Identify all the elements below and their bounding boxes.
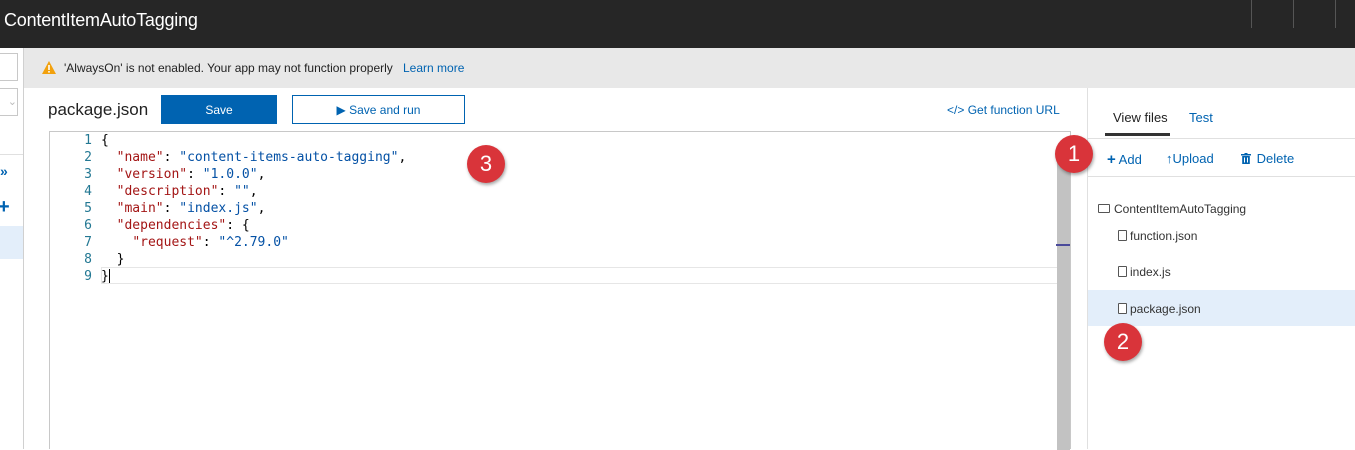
chevron-down-icon: ⌄ — [7, 96, 17, 108]
tab-view-files[interactable]: View files — [1113, 110, 1168, 125]
code-icon: </> — [947, 103, 965, 117]
left-rail: ⌄ » + — [0, 48, 24, 449]
upload-file-button[interactable]: ↑Upload — [1166, 151, 1214, 166]
line-number: 8 — [84, 252, 92, 267]
title-bar: ContentItemAutoTagging — [0, 0, 1355, 48]
upload-label: Upload — [1172, 151, 1214, 166]
file-label: function.json — [1130, 229, 1198, 243]
code-line: "main": "index.js", — [116, 201, 266, 216]
tab-divider — [1088, 138, 1355, 139]
rail-divider — [0, 154, 23, 155]
save-and-run-button[interactable]: ▶ Save and run — [292, 95, 465, 124]
learn-more-link[interactable]: Learn more — [403, 61, 464, 75]
file-item-selected[interactable]: package.json — [1118, 302, 1201, 316]
get-function-url-label: Get function URL — [967, 103, 1060, 117]
line-number: 7 — [84, 235, 92, 250]
plus-icon: + — [1107, 151, 1116, 168]
expand-icon[interactable]: » — [0, 163, 8, 179]
line-number: 3 — [84, 167, 92, 182]
search-input[interactable] — [0, 53, 18, 81]
file-label: index.js — [1130, 265, 1171, 279]
trash-icon — [1241, 153, 1251, 164]
active-tab-indicator — [1105, 133, 1170, 136]
callout-badge: 3 — [467, 145, 505, 183]
current-line-highlight — [101, 267, 1069, 284]
line-number: 5 — [84, 201, 92, 216]
app-title: ContentItemAutoTagging — [4, 10, 198, 30]
callout-badge: 1 — [1055, 135, 1093, 173]
delete-label: Delete — [1256, 151, 1295, 166]
file-label: package.json — [1130, 302, 1201, 316]
file-icon — [1118, 303, 1127, 314]
line-number: 1 — [84, 133, 92, 148]
editor-scrollbar[interactable] — [1057, 159, 1070, 450]
file-icon — [1118, 230, 1127, 241]
delete-file-button[interactable]: Delete — [1241, 151, 1294, 166]
line-number: 4 — [84, 184, 92, 199]
line-number: 9 — [84, 269, 92, 284]
file-item[interactable]: function.json — [1118, 229, 1197, 243]
code-line: "name": "content-items-auto-tagging", — [116, 150, 407, 165]
subscription-dropdown[interactable]: ⌄ — [0, 88, 18, 116]
add-icon[interactable]: + — [0, 196, 10, 219]
code-line: "version": "1.0.0", — [116, 167, 266, 182]
warning-banner: 'AlwaysOn' is not enabled. Your app may … — [24, 48, 1355, 88]
code-line: "dependencies": { — [116, 218, 250, 233]
callout-badge: 2 — [1104, 323, 1142, 361]
scrollbar-marker — [1056, 244, 1070, 246]
file-item[interactable]: index.js — [1118, 265, 1171, 279]
text-caret — [109, 269, 110, 283]
actions-divider — [1088, 176, 1355, 177]
code-line: } — [101, 269, 109, 284]
save-button[interactable]: Save — [161, 95, 277, 124]
folder-label: ContentItemAutoTagging — [1114, 202, 1247, 216]
add-label: Add — [1118, 152, 1142, 167]
editor-filename: package.json — [48, 100, 149, 119]
selected-rail-item[interactable] — [0, 226, 23, 259]
code-line: { — [101, 133, 109, 148]
warning-message: 'AlwaysOn' is not enabled. Your app may … — [64, 61, 393, 75]
folder-open-icon — [1098, 204, 1110, 213]
line-number: 2 — [84, 150, 92, 165]
line-number: 6 — [84, 218, 92, 233]
title-divider — [1293, 0, 1294, 28]
code-editor[interactable]: 1 2 3 4 5 6 7 8 9 { "name": "content-ite… — [49, 131, 1071, 450]
folder-item[interactable]: ContentItemAutoTagging — [1098, 202, 1246, 216]
files-panel: View files Test + Add ↑Upload Delete Con… — [1087, 88, 1355, 449]
title-divider — [1335, 0, 1336, 28]
save-and-run-label: Save and run — [349, 102, 421, 117]
code-line: } — [116, 252, 125, 267]
title-divider — [1251, 0, 1252, 28]
code-line: "request": "^2.79.0" — [132, 235, 289, 250]
file-icon — [1118, 266, 1127, 277]
add-file-button[interactable]: + Add — [1107, 151, 1142, 168]
play-icon: ▶ — [336, 102, 346, 117]
tab-test[interactable]: Test — [1189, 110, 1213, 125]
warning-triangle-icon — [42, 61, 56, 74]
get-function-url-link[interactable]: </> Get function URL — [947, 103, 1060, 117]
code-line: "description": "", — [116, 184, 258, 199]
